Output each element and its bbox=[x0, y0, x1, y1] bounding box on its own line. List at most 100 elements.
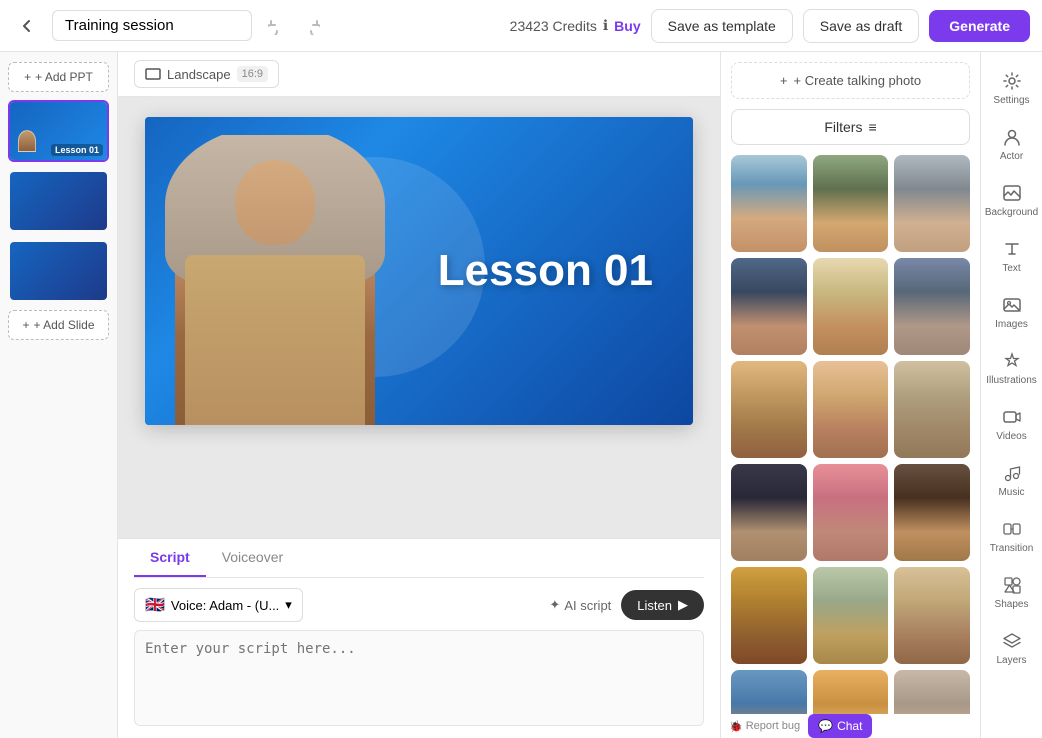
actor-card-4[interactable] bbox=[731, 258, 807, 355]
undo-button[interactable] bbox=[262, 11, 292, 41]
add-ppt-icon: + bbox=[24, 70, 31, 84]
project-title-input[interactable] bbox=[52, 10, 252, 41]
sidebar-item-settings[interactable]: Settings bbox=[985, 62, 1039, 114]
sidebar-item-background[interactable]: Background bbox=[985, 174, 1039, 226]
shapes-icon bbox=[1001, 574, 1023, 596]
credits-count: 23423 Credits bbox=[510, 18, 597, 34]
create-talking-photo-button[interactable]: + + Create talking photo bbox=[731, 62, 970, 99]
back-button[interactable] bbox=[12, 11, 42, 41]
script-tabs: Script Voiceover bbox=[134, 539, 704, 578]
add-ppt-button[interactable]: + + Add PPT bbox=[8, 62, 109, 92]
actor-card-17[interactable] bbox=[813, 670, 889, 714]
voice-flag: 🇬🇧 bbox=[145, 595, 165, 615]
bottom-action-bar: 🐞 Report bug 💬 Chat bbox=[721, 714, 980, 738]
videos-icon bbox=[1001, 406, 1023, 428]
aspect-ratio-button[interactable]: Landscape 16:9 bbox=[134, 60, 279, 88]
actor-card-2[interactable] bbox=[813, 155, 889, 252]
actor-card-3[interactable] bbox=[894, 155, 970, 252]
text-icon bbox=[1001, 238, 1023, 260]
settings-icon bbox=[1001, 70, 1023, 92]
actor-card-8[interactable] bbox=[813, 361, 889, 458]
actor-card-12[interactable] bbox=[894, 464, 970, 561]
tab-voiceover[interactable]: Voiceover bbox=[206, 539, 299, 577]
voice-dropdown-icon: ▾ bbox=[285, 597, 292, 613]
sidebar-item-text[interactable]: Text bbox=[985, 230, 1039, 282]
aspect-ratio-badge: 16:9 bbox=[237, 66, 268, 82]
save-template-button[interactable]: Save as template bbox=[651, 9, 793, 43]
illustrations-icon bbox=[1001, 350, 1023, 372]
listen-play-icon: ▶ bbox=[678, 597, 688, 613]
ai-script-sparkle-icon: ✦ bbox=[549, 597, 560, 613]
actor-icon bbox=[1001, 126, 1023, 148]
listen-button[interactable]: Listen ▶ bbox=[621, 590, 704, 620]
canvas-wrapper: Lesson 01 bbox=[118, 97, 720, 538]
background-icon bbox=[1001, 182, 1023, 204]
sidebar-item-layers[interactable]: Layers bbox=[985, 622, 1039, 674]
filters-button[interactable]: Filters ≡ bbox=[731, 109, 970, 145]
slide-thumbnail-1[interactable]: Lesson 01 bbox=[8, 100, 109, 162]
actor-card-7[interactable] bbox=[731, 361, 807, 458]
sidebar-item-illustrations[interactable]: Illustrations bbox=[985, 342, 1039, 394]
transition-icon bbox=[1001, 518, 1023, 540]
sidebar-item-music[interactable]: Music bbox=[985, 454, 1039, 506]
right-sidebar: Settings Actor Background bbox=[980, 52, 1042, 738]
slide-title: Lesson 01 bbox=[438, 246, 653, 296]
script-area: Script Voiceover 🇬🇧 Voice: Adam - (U... … bbox=[118, 538, 720, 738]
add-ppt-label: + Add PPT bbox=[35, 70, 93, 84]
add-slide-icon: + bbox=[22, 318, 29, 332]
listen-label: Listen bbox=[637, 598, 672, 613]
slide-1-label: Lesson 01 bbox=[51, 144, 103, 156]
actor-card-10[interactable] bbox=[731, 464, 807, 561]
actor-card-15[interactable] bbox=[894, 567, 970, 664]
sidebar-item-transition[interactable]: Transition bbox=[985, 510, 1039, 562]
landscape-label: Landscape bbox=[167, 67, 231, 82]
images-label: Images bbox=[995, 319, 1028, 330]
transition-label: Transition bbox=[990, 543, 1034, 554]
generate-button[interactable]: Generate bbox=[929, 10, 1030, 42]
filters-label: Filters bbox=[824, 119, 862, 135]
add-slide-label: + Add Slide bbox=[33, 318, 94, 332]
tab-script[interactable]: Script bbox=[134, 539, 206, 577]
sidebar-item-videos[interactable]: Videos bbox=[985, 398, 1039, 450]
slide-thumbnail-3[interactable] bbox=[8, 240, 109, 302]
sidebar-item-actor[interactable]: Actor bbox=[985, 118, 1039, 170]
chat-button[interactable]: 💬 Chat bbox=[808, 714, 872, 738]
actor-card-9[interactable] bbox=[894, 361, 970, 458]
save-draft-button[interactable]: Save as draft bbox=[803, 9, 920, 43]
actor-card-5[interactable] bbox=[813, 258, 889, 355]
actor-card-1[interactable] bbox=[731, 155, 807, 252]
canvas-slide[interactable]: Lesson 01 bbox=[145, 117, 693, 425]
add-slide-button[interactable]: + + Add Slide bbox=[8, 310, 109, 340]
sidebar-item-images[interactable]: Images bbox=[985, 286, 1039, 338]
ai-script-label: AI script bbox=[564, 598, 611, 613]
redo-button[interactable] bbox=[296, 11, 326, 41]
report-bug-button[interactable]: 🐞 Report bug bbox=[721, 714, 808, 738]
buy-credits-link[interactable]: Buy bbox=[614, 18, 640, 34]
ai-script-button[interactable]: ✦ AI script bbox=[549, 597, 611, 613]
slides-panel: + + Add PPT Lesson 01 + + Add Slide bbox=[0, 52, 118, 738]
sidebar-item-shapes[interactable]: Shapes bbox=[985, 566, 1039, 618]
actor-card-18[interactable] bbox=[894, 670, 970, 714]
actor-card-13[interactable] bbox=[731, 567, 807, 664]
create-talking-icon: + bbox=[780, 73, 788, 88]
create-talking-label: + Create talking photo bbox=[794, 73, 922, 88]
credits-info-icon: ℹ bbox=[603, 17, 608, 34]
images-icon bbox=[1001, 294, 1023, 316]
actor-card-14[interactable] bbox=[813, 567, 889, 664]
script-textarea[interactable] bbox=[134, 630, 704, 726]
music-icon bbox=[1001, 462, 1023, 484]
slide-thumbnail-2[interactable] bbox=[8, 170, 109, 232]
voice-selector[interactable]: 🇬🇧 Voice: Adam - (U... ▾ bbox=[134, 588, 303, 622]
actor-card-16[interactable] bbox=[731, 670, 807, 714]
actors-panel-inner: + + Create talking photo Filters ≡ bbox=[721, 52, 980, 714]
layers-label: Layers bbox=[996, 655, 1026, 666]
script-controls: 🇬🇧 Voice: Adam - (U... ▾ ✦ AI script Lis… bbox=[134, 588, 704, 622]
music-label: Music bbox=[998, 487, 1024, 498]
chat-label: Chat bbox=[837, 719, 862, 733]
history-controls bbox=[262, 11, 326, 41]
text-label: Text bbox=[1002, 263, 1020, 274]
canvas-toolbar: Landscape 16:9 bbox=[118, 52, 720, 97]
center-area: Landscape 16:9 bbox=[118, 52, 720, 738]
actor-card-11[interactable] bbox=[813, 464, 889, 561]
actor-card-6[interactable] bbox=[894, 258, 970, 355]
